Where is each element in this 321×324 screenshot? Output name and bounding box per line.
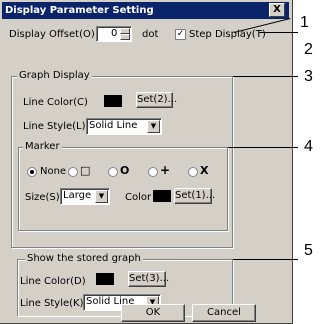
callout-5: 5 bbox=[304, 242, 313, 259]
graph-line-style-value: Solid Line bbox=[89, 120, 138, 131]
graph-display-title: Graph Display bbox=[17, 70, 92, 82]
callout-5-leader bbox=[233, 259, 298, 260]
callout-3: 3 bbox=[304, 68, 313, 85]
marker-color-swatch bbox=[153, 190, 171, 202]
marker-size-value: Large bbox=[63, 190, 92, 201]
marker-radio-square[interactable] bbox=[68, 167, 78, 177]
display-offset-label: Display Offset(O) bbox=[9, 29, 95, 40]
marker-title: Marker bbox=[23, 141, 62, 153]
callout-4-leader bbox=[228, 147, 298, 148]
title-bar: Display Parameter Setting bbox=[2, 2, 289, 19]
marker-color-label: Color bbox=[125, 192, 152, 203]
graph-line-color-label: Line Color(C) bbox=[23, 97, 88, 108]
cancel-button[interactable]: Cancel bbox=[192, 304, 256, 322]
marker-radio-none[interactable] bbox=[27, 167, 37, 177]
spin-down-icon[interactable] bbox=[120, 34, 130, 40]
stored-line-style-label: Line Style(K) bbox=[20, 298, 84, 309]
graph-line-color-swatch bbox=[104, 95, 122, 107]
cross-marker-icon: X bbox=[200, 164, 209, 177]
dialog-title: Display Parameter Setting bbox=[5, 5, 154, 16]
step-display-checkbox[interactable]: ✓ bbox=[175, 29, 186, 40]
step-display-label: Step Display(T) bbox=[189, 29, 266, 40]
display-offset-spinner[interactable]: 0 bbox=[96, 26, 132, 42]
stored-set-color-button[interactable]: Set(3)... bbox=[128, 271, 169, 287]
marker-radio-circle[interactable] bbox=[108, 167, 118, 177]
graph-line-style-select[interactable]: Solid Line ▼ bbox=[86, 118, 162, 135]
square-marker-icon: □ bbox=[80, 164, 91, 177]
callout-4: 4 bbox=[304, 138, 313, 155]
marker-size-label: Size(S) bbox=[25, 192, 60, 203]
graph-set-color-button[interactable]: Set(2)... bbox=[136, 92, 177, 108]
plus-marker-icon: + bbox=[160, 163, 171, 177]
marker-radio-plus[interactable] bbox=[148, 167, 158, 177]
close-icon: X bbox=[273, 4, 281, 15]
graph-line-style-label: Line Style(L) bbox=[23, 121, 86, 132]
stored-graph-title: Show the stored graph bbox=[25, 253, 143, 265]
callout-2-leader bbox=[259, 32, 298, 33]
display-offset-value: 0 bbox=[111, 28, 118, 39]
marker-size-select[interactable]: Large ▼ bbox=[60, 188, 110, 205]
marker-radio-cross[interactable] bbox=[188, 167, 198, 177]
close-button[interactable]: X bbox=[269, 3, 285, 17]
circle-marker-icon: O bbox=[120, 164, 130, 177]
dialog-window: Display Parameter Setting X Display Offs… bbox=[0, 0, 293, 324]
checkmark-icon: ✓ bbox=[176, 29, 185, 39]
display-offset-unit: dot bbox=[142, 29, 159, 40]
marker-option-none: None bbox=[40, 166, 67, 177]
chevron-down-icon[interactable]: ▼ bbox=[147, 120, 160, 133]
callout-3-leader bbox=[233, 76, 298, 77]
stored-line-color-swatch bbox=[96, 273, 114, 285]
chevron-down-icon[interactable]: ▼ bbox=[95, 190, 108, 203]
callout-1: 1 bbox=[300, 14, 309, 31]
marker-set-color-button[interactable]: Set(1)... bbox=[174, 188, 215, 204]
stored-line-color-label: Line Color(D) bbox=[20, 276, 86, 287]
callout-2: 2 bbox=[304, 41, 313, 58]
ok-button[interactable]: OK bbox=[121, 304, 185, 322]
